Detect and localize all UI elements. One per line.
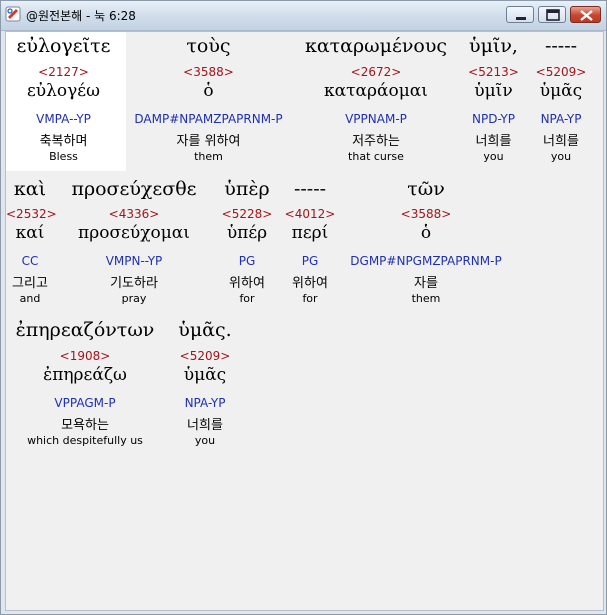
greek-word[interactable]: προσεύχεσθε [64, 178, 204, 200]
korean-gloss: 모욕하는 [61, 418, 109, 433]
english-gloss: them [194, 150, 223, 163]
english-gloss: which despitefully us [27, 434, 143, 447]
morphology-code: VMPA--YP [36, 112, 91, 126]
greek-word[interactable]: καταρωμένους [296, 35, 456, 57]
morphology-code: NPA-YP [540, 112, 582, 126]
greek-word[interactable]: ὑμῖν, [461, 35, 526, 57]
close-button[interactable] [570, 6, 601, 23]
lemma: ὑμᾶς [539, 81, 583, 101]
english-gloss: and [19, 292, 41, 305]
greek-word[interactable]: καὶ [6, 178, 54, 200]
lemma: περί [291, 223, 329, 243]
strong-number[interactable]: <5213> [461, 65, 526, 79]
maximize-icon [546, 9, 560, 21]
morphology-code: VMPN--YP [105, 254, 163, 268]
strong-number[interactable]: <2127> [6, 65, 121, 79]
lemma: καταράομαι [324, 81, 428, 101]
close-icon [580, 10, 593, 21]
strong-number[interactable]: <4012> [282, 207, 338, 221]
morphology-code: VPPNAM-P [345, 112, 407, 126]
strong-number[interactable]: <1908> [6, 349, 164, 363]
korean-gloss: 자를 위하여 [176, 134, 241, 149]
korean-gloss: 너희를 [543, 134, 579, 149]
greek-word[interactable]: ἐπηρεαζόντων [6, 319, 164, 341]
morphology-code: DAMP#NPAMZPAPRNM-P [134, 112, 283, 126]
korean-gloss: 위하여 [229, 276, 265, 291]
interlinear-content: εὐλογεῖτε <2127> εὐλογέω VMPA--YP 축복하며 B… [5, 31, 604, 611]
greek-word[interactable]: ----- [282, 178, 338, 200]
strong-number[interactable]: <3588> [131, 65, 286, 79]
morphology-code: NPD-YP [472, 112, 515, 126]
english-gloss: you [483, 150, 504, 163]
greek-word[interactable]: τῶν [344, 178, 508, 200]
lemma: ἐπηρεάζω [43, 365, 127, 385]
title-bar[interactable]: @원전본해 - 눅 6:28 [1, 1, 606, 31]
minimize-icon [516, 17, 526, 20]
lemma: ὑμᾶς [183, 365, 227, 385]
morphology-code: PG [301, 254, 319, 268]
morphology-code: NPA-YP [184, 396, 226, 410]
strong-number[interactable]: <5228> [212, 207, 282, 221]
morphology-code: DGMP#NPGMZPAPRNM-P [350, 254, 502, 268]
english-gloss: you [194, 434, 216, 447]
english-gloss: for [302, 292, 318, 305]
minimize-button[interactable] [506, 6, 534, 23]
korean-gloss: 그리고 [12, 276, 48, 291]
strong-number[interactable]: <4336> [64, 207, 204, 221]
korean-gloss: 위하여 [292, 276, 328, 291]
korean-gloss: 기도하라 [110, 276, 158, 291]
bible-app-icon [5, 6, 21, 22]
korean-gloss: 자를 [414, 276, 438, 291]
lemma: προσεύχομαι [78, 223, 190, 243]
english-gloss: Bless [49, 150, 78, 163]
lemma: καί [15, 223, 45, 243]
maximize-button[interactable] [538, 6, 566, 23]
lemma: ὑμῖν [474, 81, 513, 101]
greek-word[interactable]: εὐλογεῖτε [6, 35, 121, 57]
english-gloss: them [411, 292, 441, 305]
app-window: @원전본해 - 눅 6:28 εὐλογεῖτε <2127> εὐλογέω … [0, 0, 607, 615]
greek-word[interactable]: ----- [530, 35, 592, 57]
strong-number[interactable]: <5209> [530, 65, 592, 79]
strong-number[interactable]: <3588> [344, 207, 508, 221]
english-gloss: pray [121, 292, 147, 305]
lemma: εὐλογέω [27, 81, 100, 101]
korean-gloss: 너희를 [187, 418, 223, 433]
strong-number[interactable]: <2532> [6, 207, 57, 221]
lemma: ὁ [420, 223, 432, 243]
korean-gloss: 축복하며 [39, 134, 88, 149]
greek-word[interactable]: τοὺς [131, 35, 286, 57]
english-gloss: you [550, 150, 572, 163]
morphology-code: CC [21, 254, 39, 268]
korean-gloss: 저주하는 [352, 134, 400, 149]
greek-word[interactable]: ὑμᾶς. [169, 319, 241, 341]
english-gloss: for [239, 292, 255, 305]
strong-number[interactable]: <2672> [296, 65, 456, 79]
strong-number[interactable]: <5209> [169, 349, 241, 363]
morphology-code: PG [238, 254, 256, 268]
greek-word[interactable]: ὑπὲρ [212, 178, 282, 200]
morphology-code: VPPAGM-P [54, 396, 116, 410]
lemma: ὁ [203, 81, 214, 101]
english-gloss: that curse [348, 150, 404, 163]
korean-gloss: 너희를 [475, 134, 512, 149]
window-title: @원전본해 - 눅 6:28 [26, 9, 136, 23]
lemma: ὑπέρ [226, 223, 268, 243]
